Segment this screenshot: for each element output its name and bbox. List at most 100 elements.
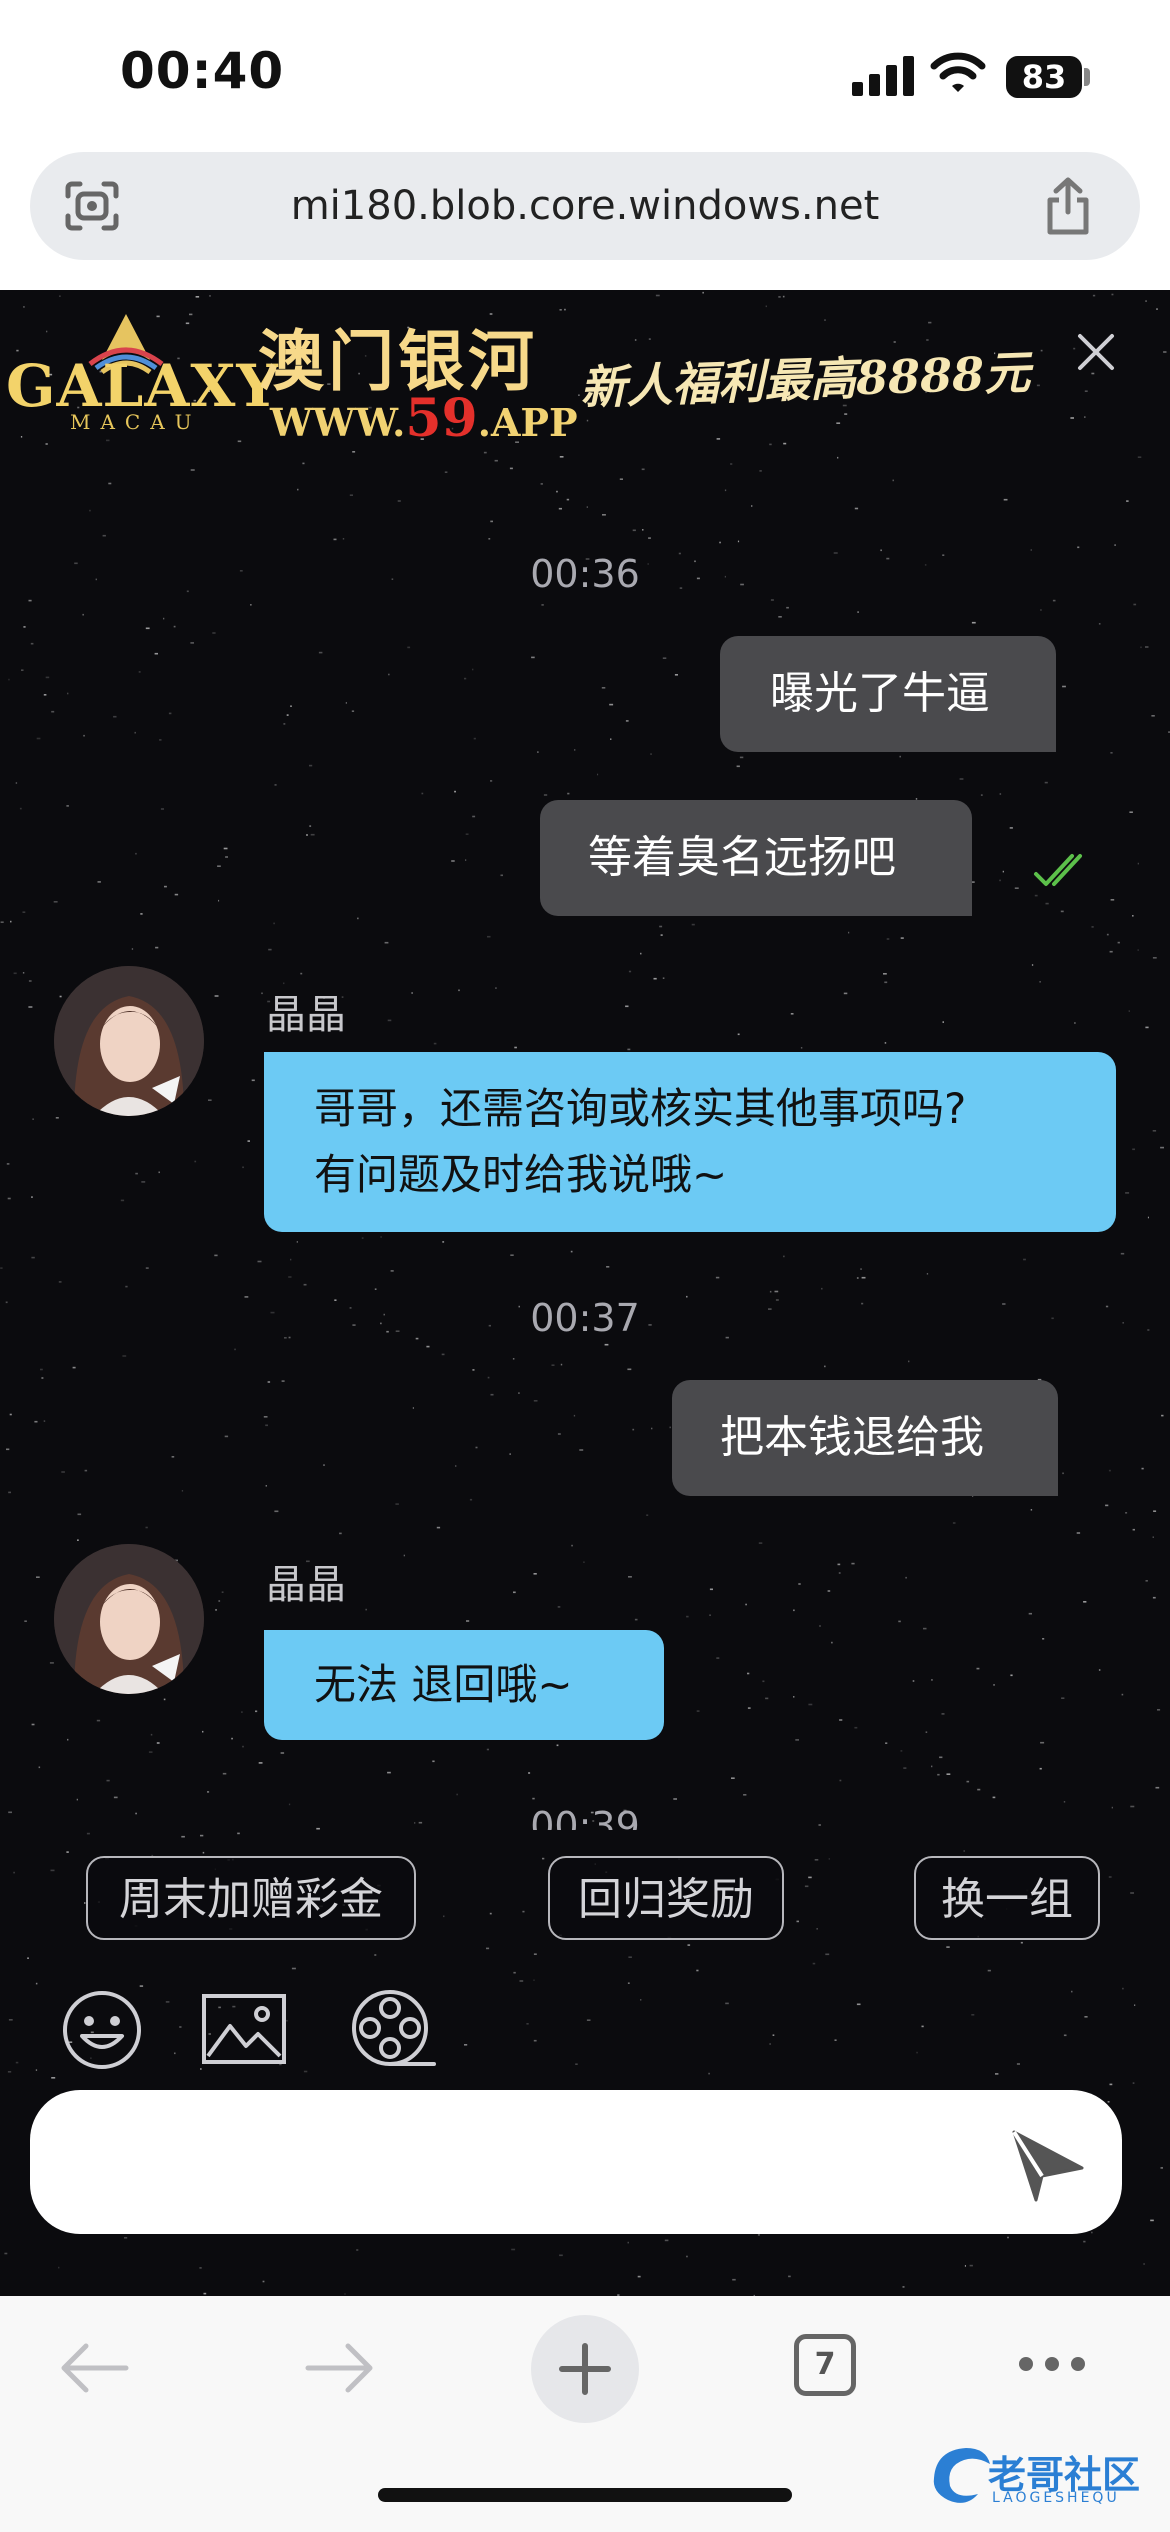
outgoing-message[interactable]: 等着臭名远扬吧	[540, 800, 972, 916]
star-speck	[1106, 933, 1109, 936]
star-speck	[1120, 1252, 1125, 1255]
star-speck	[664, 2239, 669, 2242]
share-icon[interactable]	[1042, 176, 1094, 236]
star-speck	[145, 627, 150, 630]
star-speck	[724, 489, 727, 492]
star-speck	[179, 2026, 182, 2028]
star-speck	[800, 1047, 803, 1049]
star-speck	[208, 1099, 212, 1101]
incoming-message[interactable]: 无法 退回哦~	[264, 1630, 664, 1740]
star-speck	[290, 1258, 292, 1261]
refresh-quick-replies-chip[interactable]: 换一组	[914, 1856, 1100, 1940]
sender-name: 晶晶	[266, 1562, 346, 1608]
star-speck	[10, 920, 12, 923]
star-speck	[159, 739, 162, 741]
image-icon[interactable]	[200, 1990, 288, 2070]
star-speck	[971, 621, 976, 624]
chat-area[interactable]: GALAXY MACAU 澳门银河 WWW.59.APP 新人福利最高8888元…	[0, 290, 1170, 2296]
star-speck	[35, 1982, 38, 1985]
film-reel-icon[interactable]	[350, 1986, 436, 2072]
macau-logo-text: MACAU	[70, 410, 202, 434]
star-speck	[900, 937, 904, 939]
star-speck	[995, 2073, 999, 2075]
star-speck	[632, 529, 636, 532]
star-speck	[35, 2069, 38, 2071]
outgoing-message[interactable]: 曝光了牛逼	[720, 636, 1056, 752]
star-speck	[559, 456, 564, 458]
incoming-message[interactable]: 哥哥，还需咨询或核实其他事项吗? 有问题及时给我说哦~	[264, 1052, 1116, 1232]
star-speck	[384, 941, 389, 944]
star-speck	[8, 1491, 11, 1494]
star-speck	[50, 1869, 55, 1872]
message-input[interactable]	[70, 2090, 1010, 2234]
star-speck	[747, 1707, 751, 1709]
star-speck	[880, 549, 882, 552]
star-speck	[1009, 827, 1013, 829]
star-speck	[828, 1858, 830, 1860]
star-speck	[234, 1348, 236, 1351]
star-speck	[433, 1042, 437, 1045]
message-input-container[interactable]	[30, 2090, 1122, 2234]
star-speck	[1145, 1580, 1148, 1582]
star-speck	[156, 1742, 160, 1744]
close-icon[interactable]	[1074, 330, 1118, 374]
star-speck	[513, 1591, 516, 1594]
star-speck	[902, 2286, 905, 2288]
star-speck	[237, 440, 242, 443]
star-speck	[36, 737, 41, 740]
address-bar[interactable]: mi180.blob.core.windows.net	[30, 152, 1140, 260]
star-speck	[217, 865, 221, 867]
star-speck	[659, 925, 663, 928]
star-speck	[751, 505, 753, 507]
back-arrow-icon[interactable]	[56, 2338, 132, 2398]
star-speck	[586, 506, 588, 508]
more-options-icon[interactable]	[1016, 2354, 1088, 2374]
avatar[interactable]	[54, 966, 204, 1116]
url-text[interactable]: mi180.blob.core.windows.net	[30, 152, 1140, 260]
star-speck	[464, 677, 467, 680]
star-speck	[566, 498, 570, 501]
star-speck	[673, 1798, 677, 1800]
star-speck	[1083, 1601, 1087, 1603]
star-speck	[509, 467, 513, 470]
star-speck	[28, 980, 32, 982]
star-speck	[1030, 1509, 1033, 1511]
star-speck	[257, 1260, 262, 1263]
star-speck	[397, 500, 401, 502]
quick-reply-chip[interactable]: 周末加赠彩金	[86, 1856, 416, 1940]
quick-reply-chip[interactable]: 回归奖励	[548, 1856, 784, 1940]
star-speck	[6, 1163, 10, 1165]
ad-banner[interactable]: GALAXY MACAU 澳门银河 WWW.59.APP 新人福利最高8888元	[0, 290, 1170, 449]
star-speck	[212, 632, 216, 634]
tab-count-button[interactable]: 7	[794, 2334, 856, 2396]
avatar[interactable]	[54, 1544, 204, 1694]
camera-scan-icon[interactable]	[64, 180, 120, 232]
star-speck	[1039, 981, 1041, 983]
star-speck	[51, 710, 55, 713]
emoji-icon[interactable]	[60, 1988, 144, 2072]
star-speck	[97, 881, 101, 883]
star-speck	[653, 977, 657, 980]
star-speck	[883, 973, 887, 975]
star-speck	[199, 2267, 202, 2269]
star-speck	[783, 442, 787, 445]
star-speck	[804, 1885, 809, 1888]
star-speck	[138, 671, 141, 673]
banner-url: WWW.59.APP	[270, 388, 578, 449]
star-speck	[145, 1526, 148, 1529]
star-speck	[475, 1446, 478, 1449]
star-speck	[851, 1562, 855, 1565]
send-icon[interactable]	[1010, 2128, 1086, 2202]
star-speck	[165, 2001, 170, 2003]
new-tab-plus-icon[interactable]	[530, 2314, 640, 2424]
star-speck	[390, 1270, 394, 1272]
star-speck	[351, 710, 355, 712]
outgoing-message[interactable]: 把本钱退给我	[672, 1380, 1058, 1496]
star-speck	[634, 1618, 638, 1621]
star-speck	[395, 1503, 399, 1505]
star-speck	[1125, 1192, 1130, 1194]
forward-arrow-icon[interactable]	[302, 2338, 378, 2398]
star-speck	[387, 1019, 392, 1022]
star-speck	[286, 714, 289, 716]
star-speck	[687, 1944, 691, 1946]
